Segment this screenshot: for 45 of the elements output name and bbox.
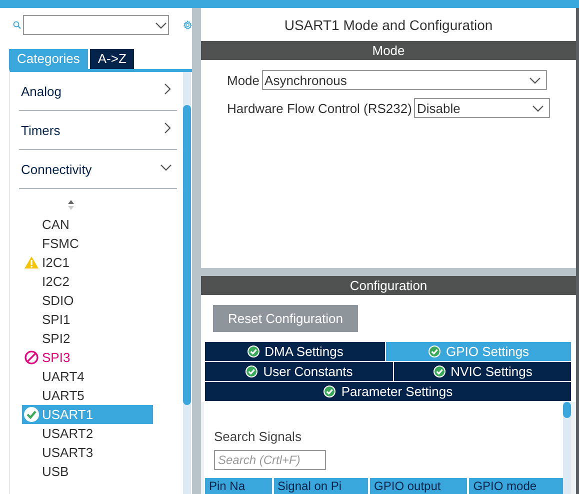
- category-header[interactable]: Analog: [19, 73, 177, 111]
- section-header: Configuration: [201, 276, 576, 295]
- peripheral-item[interactable]: I2C2: [22, 272, 153, 291]
- dropdown[interactable]: Disable: [414, 98, 550, 118]
- check-icon: [428, 345, 441, 358]
- check-icon: [246, 345, 260, 358]
- scrollbar[interactable]: [183, 72, 191, 494]
- column-header[interactable]: GPIO mode: [469, 478, 563, 494]
- peripheral-item[interactable]: SPI3: [22, 348, 153, 367]
- scrollbar[interactable]: [563, 402, 571, 494]
- sort-icon: [67, 199, 75, 211]
- panel-title: USART1 Mode and Configuration: [201, 8, 576, 41]
- peripheral-item[interactable]: CAN: [22, 215, 153, 234]
- check-icon: [432, 365, 446, 378]
- scroll-thumb[interactable]: [183, 105, 191, 405]
- category-header[interactable]: Connectivity: [19, 151, 177, 189]
- search-field[interactable]: Search (Crtl+F): [214, 450, 326, 470]
- check-icon: [323, 385, 336, 398]
- peripheral-item[interactable]: SPI1: [22, 310, 153, 329]
- peripheral-item[interactable]: FSMC: [22, 234, 153, 253]
- settings-tab[interactable]: DMA Settings: [205, 342, 385, 361]
- settings-tab[interactable]: User Constants: [205, 362, 393, 381]
- search-label: Search Signals: [214, 429, 302, 444]
- settings-tab[interactable]: Parameter Settings: [205, 382, 571, 401]
- peripheral-item[interactable]: SDIO: [22, 291, 153, 310]
- category-header[interactable]: Timers: [19, 112, 177, 150]
- sidebar-tab[interactable]: A->Z: [90, 49, 134, 69]
- column-header[interactable]: Pin Na: [205, 478, 272, 494]
- search-field[interactable]: [23, 15, 169, 35]
- peripheral-item[interactable]: USART2: [22, 424, 153, 443]
- column-header[interactable]: GPIO output: [370, 478, 468, 494]
- dropdown[interactable]: Asynchronous: [262, 70, 547, 90]
- field-label: Hardware Flow Control (RS232): [227, 100, 412, 116]
- section-header: Mode: [201, 41, 576, 60]
- peripheral-item[interactable]: USART3: [22, 443, 153, 462]
- scroll-thumb[interactable]: [563, 402, 571, 418]
- field-label: Mode: [227, 72, 260, 88]
- peripheral-item[interactable]: UART5: [22, 386, 153, 405]
- peripheral-item[interactable]: UART4: [22, 367, 153, 386]
- peripheral-item[interactable]: SPI2: [22, 329, 153, 348]
- column-header[interactable]: Signal on Pi: [274, 478, 368, 494]
- peripheral-item[interactable]: I2C1: [22, 253, 153, 272]
- peripheral-item[interactable]: USB: [22, 462, 153, 481]
- settings-tab[interactable]: NVIC Settings: [394, 362, 571, 381]
- check-icon: [245, 365, 258, 378]
